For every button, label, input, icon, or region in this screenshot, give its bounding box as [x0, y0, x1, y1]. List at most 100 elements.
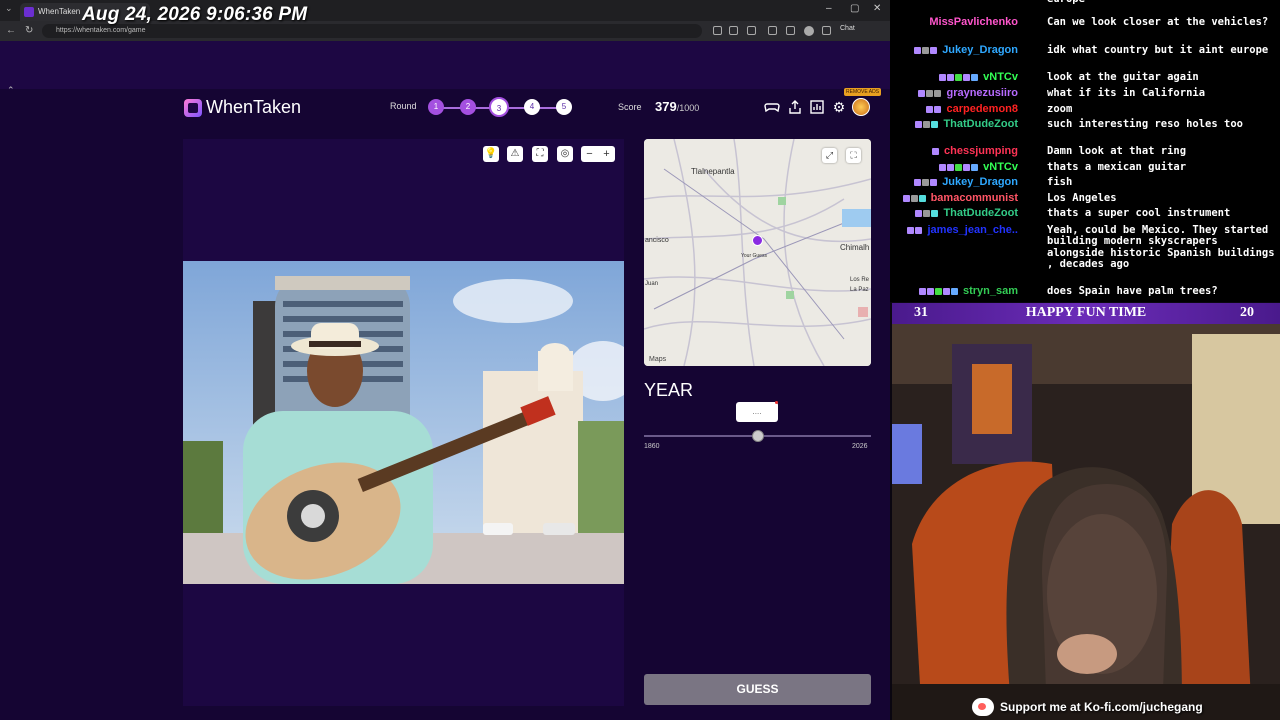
chat-badge-icon: [926, 90, 934, 97]
collections-icon[interactable]: [768, 26, 777, 35]
chat-badges: [915, 209, 939, 217]
chat-badge-icon: [914, 179, 922, 186]
maximize-icon[interactable]: ▢: [850, 3, 859, 14]
back-icon[interactable]: ←: [6, 25, 16, 36]
round-label: Round: [390, 101, 417, 111]
chat-badge-icon: [915, 121, 923, 128]
chat-message-text: thats a mexican guitar: [1047, 161, 1187, 173]
chat-badge-icon: [922, 47, 930, 54]
tab-list-chevron-icon[interactable]: ⌄: [5, 3, 13, 14]
chat-badges: [932, 147, 940, 155]
year-max-label: 2026: [852, 443, 868, 450]
game-photo[interactable]: [183, 261, 624, 584]
chat-username[interactable]: Jukey_Dragon: [942, 45, 1018, 56]
year-value-box[interactable]: ....: [736, 402, 778, 422]
fullscreen-icon[interactable]: ⛶: [532, 146, 548, 162]
chat-message-text: look at the guitar again: [1047, 71, 1199, 83]
remove-ads-button[interactable]: REMOVE ADS: [844, 88, 882, 96]
your-guess-pin-icon[interactable]: [752, 235, 763, 246]
guess-button[interactable]: GUESS: [644, 674, 871, 705]
twitch-chat: europe MissPavlichenko Can we look closer …: [890, 0, 1280, 302]
chat-badge-icon: [914, 47, 922, 54]
chat-username[interactable]: chessjumping: [944, 146, 1018, 157]
zoom-out-icon[interactable]: −: [581, 146, 598, 162]
map-label-your-guess: Your Guess: [741, 253, 767, 259]
chat-message-text: Yeah, could be Mexico. They started buil…: [1047, 224, 1275, 270]
chat-badge-icon: [963, 74, 971, 81]
minimize-icon[interactable]: –: [826, 3, 832, 14]
chat-badges: [926, 105, 942, 113]
chat-badge-icon: [926, 106, 934, 113]
chat-badge-icon: [915, 210, 923, 217]
stream-banner: 31 HAPPY FUN TIME 20: [892, 303, 1280, 324]
settings-gear-icon[interactable]: ⚙: [831, 99, 847, 115]
chat-badge-icon: [934, 90, 942, 97]
map-expand-icon[interactable]: ⤢: [822, 148, 837, 163]
chat-badge-icon: [931, 121, 939, 128]
chat-badge-icon: [947, 164, 955, 171]
logo-text: WhenTaken: [206, 97, 302, 117]
chat-badge-icon: [930, 179, 938, 186]
extensions-icon[interactable]: [747, 26, 756, 35]
chat-badge-icon: [923, 121, 931, 128]
chat-badge-icon: [910, 195, 918, 202]
chat-username[interactable]: stryn_sam: [963, 286, 1018, 297]
profile-avatar[interactable]: [804, 26, 814, 36]
favorites-icon[interactable]: [786, 26, 795, 35]
chat-badges: [939, 163, 979, 171]
chat-badge-icon: [931, 210, 939, 217]
chat-username[interactable]: vNTCv: [983, 72, 1018, 83]
chat-badge-icon: [915, 227, 923, 234]
chat-username[interactable]: james_jean_che..: [927, 225, 1018, 236]
url-field[interactable]: https://whentaken.com/game: [42, 24, 702, 38]
chat-username[interactable]: vNTCv: [983, 162, 1018, 173]
year-slider-thumb[interactable]: [751, 430, 764, 442]
chat-username[interactable]: ThatDudeZoot: [943, 119, 1018, 130]
chat-username[interactable]: ThatDudeZoot: [943, 208, 1018, 219]
chat-message-text: Los Angeles: [1047, 192, 1117, 204]
chat-message-text: Damn look at that ring: [1047, 145, 1187, 157]
collapse-chevron-icon[interactable]: ⌃: [7, 85, 15, 96]
chat-username[interactable]: MissPavlichenko: [929, 17, 1018, 28]
chat-badge-icon: [926, 288, 934, 295]
chat-badge-icon: [918, 288, 926, 295]
map-label-tlalnepantla: Tlalnepantla: [691, 167, 735, 176]
chat-badge-icon: [971, 164, 979, 171]
chat-username[interactable]: Jukey_Dragon: [942, 177, 1018, 188]
logo-icon: [184, 99, 202, 117]
hint-bulb-icon[interactable]: 💡: [483, 146, 499, 162]
zoom-in-icon[interactable]: +: [598, 146, 615, 162]
gamepad-icon[interactable]: [764, 99, 780, 115]
user-avatar[interactable]: [852, 98, 870, 116]
round-dot-5: 5: [556, 99, 572, 115]
close-window-icon[interactable]: ✕: [873, 3, 881, 14]
chat-badge-icon: [934, 288, 942, 295]
chat-username[interactable]: carpedemon8: [946, 104, 1018, 115]
banner-right-number: 20: [1240, 305, 1254, 320]
guess-map[interactable]: ⤢ ⛶ Tlalnepantla ancisco Chimalh Your Gu…: [644, 139, 871, 366]
chat-badges: [918, 89, 942, 97]
chat-message-text: idk what country but it aint europe: [1047, 44, 1269, 56]
bookmark-icon[interactable]: [729, 26, 738, 35]
reader-icon[interactable]: [713, 26, 722, 35]
score-current: 379: [655, 99, 677, 114]
chat-badge-icon: [923, 210, 931, 217]
chat-username[interactable]: bamacommunist: [931, 193, 1018, 204]
reload-icon[interactable]: ↻: [25, 25, 33, 36]
chat-badge-icon: [955, 164, 963, 171]
focus-icon[interactable]: ◎: [557, 146, 573, 162]
share-icon[interactable]: [787, 99, 803, 115]
menu-icon[interactable]: [822, 26, 831, 35]
stats-icon[interactable]: [809, 99, 825, 115]
chat-username[interactable]: graynezusiiro: [946, 88, 1018, 99]
kofi-cup-icon: [972, 698, 994, 716]
report-warning-icon[interactable]: ⚠: [507, 146, 523, 162]
year-title: YEAR: [644, 380, 694, 400]
web-page: ⌃ WhenTaken Round 12345 Score 379/1000 ⚙…: [0, 41, 890, 720]
map-label-la-paz: La Paz: [850, 287, 869, 293]
copilot-chat-button[interactable]: Chat: [840, 25, 855, 32]
round-dot-2: 2: [460, 99, 476, 115]
chat-badge-icon: [934, 106, 942, 113]
map-label-juan: Juan: [645, 281, 659, 287]
map-fullscreen-icon[interactable]: ⛶: [846, 148, 861, 163]
